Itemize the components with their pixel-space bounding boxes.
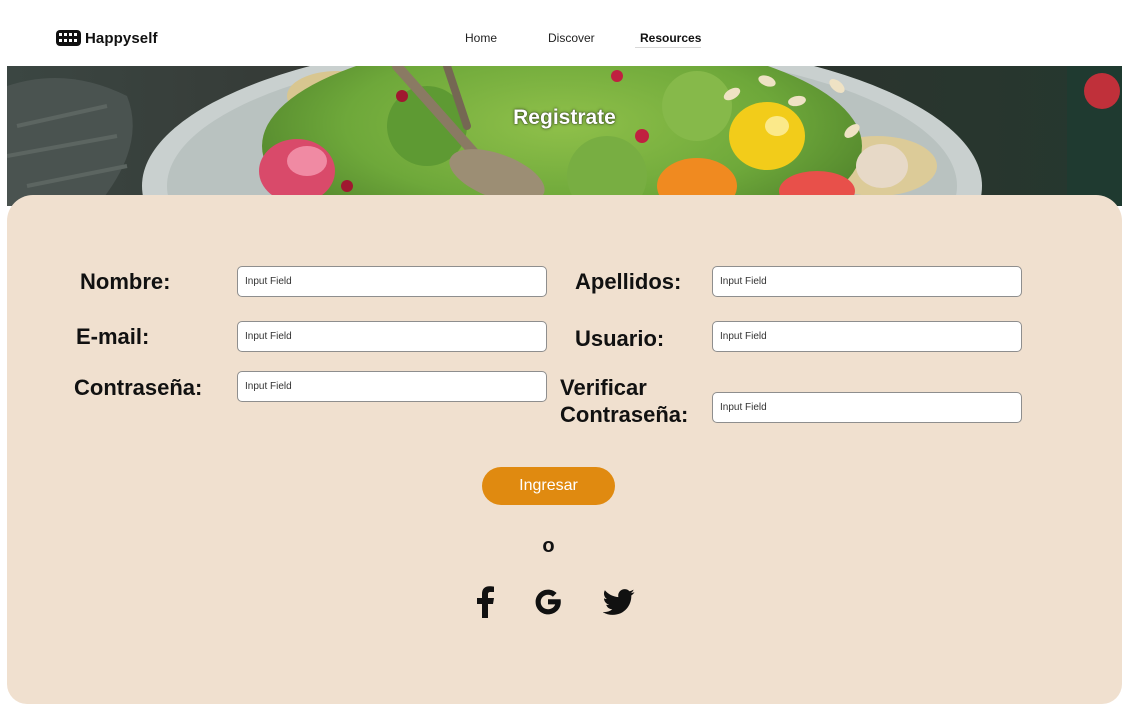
registration-card: Nombre: Apellidos: E-mail: Usuario: Cont… (7, 195, 1122, 704)
brand[interactable]: Happyself (55, 28, 158, 48)
facebook-icon (477, 586, 494, 618)
nombre-label: Nombre: (80, 269, 171, 294)
registration-page: Happyself Home Discover Resources Regist… (0, 0, 1122, 704)
email-label: E-mail: (76, 324, 150, 349)
nav-discover[interactable]: Discover (548, 31, 595, 45)
verificar-label-line2: Contraseña: (560, 402, 689, 427)
top-navbar: Happyself Home Discover Resources (0, 0, 1122, 66)
salad-bowl-photo (7, 66, 1122, 206)
contrasena-label: Contraseña: (74, 375, 203, 400)
nav-active-underline (635, 47, 701, 48)
facebook-button[interactable] (468, 585, 502, 619)
keyboard-logo-icon (56, 30, 81, 46)
verificar-label-line1: Verificar (560, 375, 647, 400)
google-icon (535, 589, 561, 615)
email-input[interactable] (237, 321, 547, 352)
brand-name: Happyself (85, 29, 158, 47)
usuario-label: Usuario: (575, 326, 665, 351)
twitter-icon (603, 589, 635, 615)
apellidos-label: Apellidos: (575, 269, 682, 294)
nav-resources[interactable]: Resources (640, 31, 701, 45)
apellidos-input[interactable] (712, 266, 1022, 297)
google-button[interactable] (531, 585, 565, 619)
page-title: Registrate (513, 106, 616, 129)
twitter-button[interactable] (602, 585, 636, 619)
usuario-input[interactable] (712, 321, 1022, 352)
hero-banner: Registrate (7, 66, 1122, 206)
ingresar-button[interactable]: Ingresar (482, 467, 615, 505)
nav-home[interactable]: Home (465, 31, 497, 45)
nombre-input[interactable] (237, 266, 547, 297)
contrasena-input[interactable] (237, 371, 547, 402)
or-divider-text: o (542, 535, 555, 557)
verificar-contrasena-input[interactable] (712, 392, 1022, 423)
